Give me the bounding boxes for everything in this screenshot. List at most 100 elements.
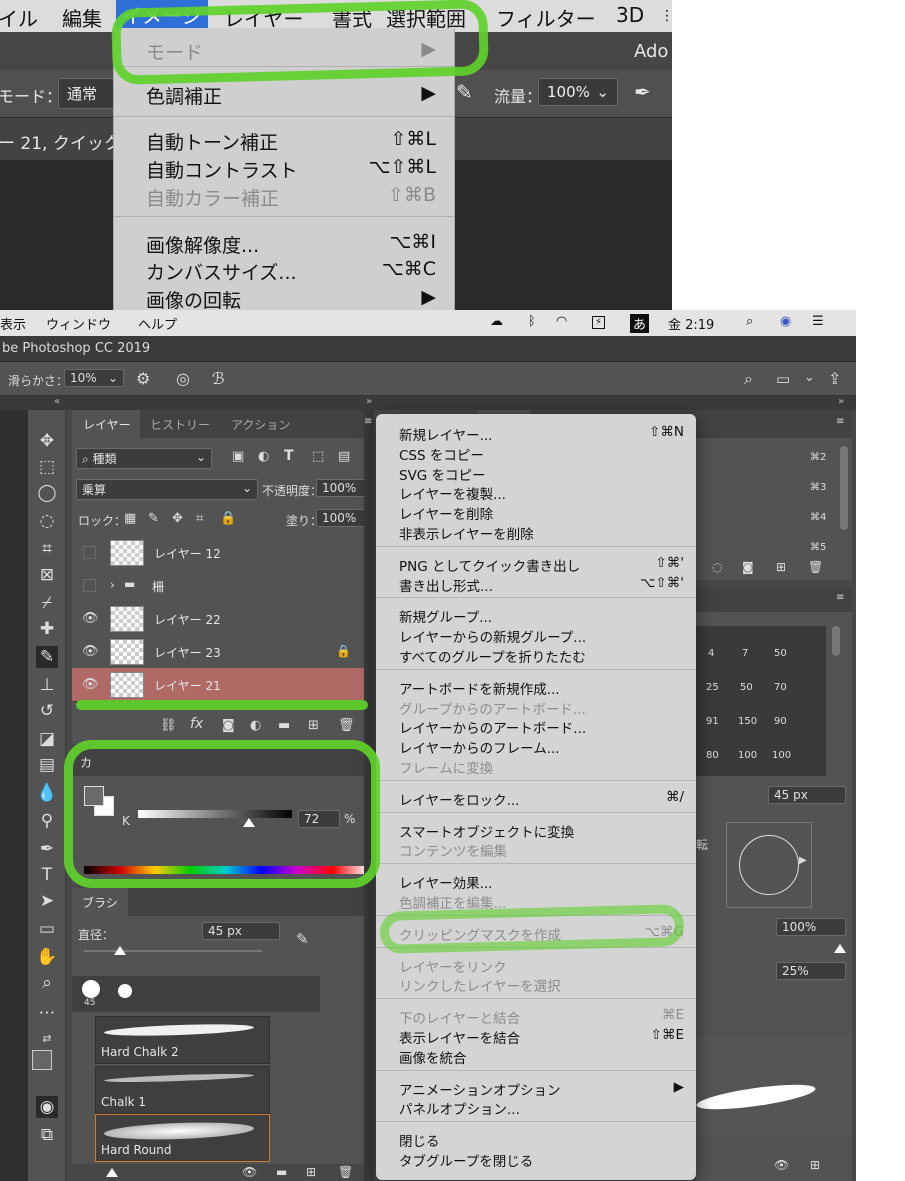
scrollbar[interactable] bbox=[840, 446, 848, 530]
smoothing-field[interactable]: 10% ⌄ bbox=[64, 369, 124, 387]
layer-thumbnail[interactable] bbox=[110, 639, 144, 665]
context-menu-item[interactable]: パネルオプション... bbox=[399, 1098, 520, 1118]
context-menu-item[interactable]: スマートオブジェクトに変換 bbox=[399, 821, 574, 841]
context-menu-item[interactable]: グループからのアートボード... bbox=[399, 698, 586, 718]
type-filter-icon[interactable]: T bbox=[284, 448, 294, 464]
size-field[interactable]: 45 px bbox=[768, 786, 846, 804]
more-tools-icon[interactable]: ⋯ bbox=[36, 1002, 58, 1024]
collapse-right-icon[interactable]: » bbox=[838, 396, 844, 407]
path-select-tool-icon[interactable]: ➤ bbox=[36, 890, 58, 912]
hand-tool-icon[interactable]: ✋ bbox=[36, 946, 58, 968]
layer-name[interactable]: レイヤー 22 bbox=[154, 611, 221, 628]
menu-window[interactable]: ウィンドウ bbox=[46, 314, 111, 333]
trash-icon[interactable]: 🗑 bbox=[338, 1165, 353, 1179]
battery-icon[interactable]: ⚡ bbox=[592, 316, 606, 329]
context-menu-item[interactable]: レイヤーをリンク bbox=[399, 956, 507, 976]
search-icon[interactable]: ⌕ bbox=[744, 369, 753, 389]
crop-tool-icon[interactable]: ⌗ bbox=[36, 538, 58, 560]
image-menu-item[interactable]: 色調補正 bbox=[146, 82, 222, 109]
layer-thumbnail[interactable] bbox=[110, 672, 144, 698]
zoom-tool-icon[interactable]: ⌕ bbox=[36, 972, 58, 994]
context-menu-item[interactable]: 非表示レイヤーを削除 bbox=[399, 523, 534, 543]
gradient-tool-icon[interactable]: ▤ bbox=[36, 754, 58, 776]
blend-mode-dropdown[interactable]: 乗算 ⌄ bbox=[76, 479, 258, 500]
adjustment-layer-icon[interactable]: ◐ bbox=[250, 718, 261, 733]
collapse-right-icon[interactable]: » bbox=[366, 396, 372, 407]
lock-paint-icon[interactable]: ✎ bbox=[148, 511, 159, 526]
lock-position-icon[interactable]: ✥ bbox=[172, 511, 183, 526]
scrollbar[interactable] bbox=[832, 626, 840, 656]
new-layer-icon[interactable]: ⊞ bbox=[308, 718, 319, 733]
context-menu-item[interactable]: 書き出し形式... bbox=[399, 575, 493, 595]
context-menu-item[interactable]: 閉じる bbox=[399, 1130, 440, 1150]
image-menu-item[interactable]: 自動カラー補正 bbox=[146, 184, 279, 211]
context-menu-item[interactable]: レイヤー効果... bbox=[399, 872, 492, 892]
context-menu-item[interactable]: 表示レイヤーを結合 bbox=[399, 1027, 520, 1047]
visibility-icon[interactable]: 👁 bbox=[774, 1158, 789, 1172]
context-menu-item[interactable]: SVG をコピー bbox=[399, 464, 486, 484]
rectangle-tool-icon[interactable]: ▭ bbox=[36, 918, 58, 940]
layer-thumbnail[interactable] bbox=[110, 606, 144, 632]
collapse-left-icon[interactable]: « bbox=[54, 396, 60, 407]
creative-cloud-icon[interactable]: ☁ bbox=[490, 314, 503, 329]
brush-tool-icon[interactable]: ✎ bbox=[36, 646, 58, 668]
menu-view[interactable]: 表示 bbox=[0, 314, 26, 333]
quick-select-tool-icon[interactable]: ◌ bbox=[36, 510, 58, 532]
context-menu-item[interactable]: 画像を統合 bbox=[399, 1047, 467, 1067]
preview-size-thumb[interactable] bbox=[106, 1168, 118, 1177]
layer-name[interactable]: レイヤー 23 bbox=[154, 644, 221, 661]
siri-icon[interactable]: ◉ bbox=[780, 314, 791, 329]
image-menu-item[interactable]: 自動トーン補正 bbox=[146, 128, 278, 155]
new-group-icon[interactable]: ▬ bbox=[276, 1165, 287, 1179]
context-menu-item[interactable]: PNG としてクイック書き出し bbox=[399, 555, 580, 575]
brush-tip[interactable] bbox=[82, 980, 100, 998]
share-icon[interactable]: ⇪ bbox=[828, 369, 841, 388]
healing-brush-tool-icon[interactable]: ✚ bbox=[36, 618, 58, 640]
context-menu-item[interactable]: レイヤーを削除 bbox=[399, 503, 493, 523]
visibility-icon[interactable]: 👁 bbox=[242, 1165, 257, 1179]
context-menu-item[interactable]: レイヤーからの新規グループ... bbox=[399, 626, 586, 646]
pen-tool-icon[interactable]: ✒ bbox=[36, 838, 58, 860]
lock-all-icon[interactable]: 🔒 bbox=[220, 511, 236, 526]
context-menu-item[interactable]: 下のレイヤーと結合 bbox=[399, 1007, 520, 1027]
move-tool-icon[interactable]: ✥ bbox=[36, 430, 58, 452]
tab-brushes[interactable]: ブラシ bbox=[82, 894, 118, 911]
input-method-indicator[interactable]: あ bbox=[630, 314, 650, 333]
roundness-field[interactable]: 100% bbox=[776, 918, 846, 936]
context-menu-item[interactable]: 新規レイヤー... bbox=[399, 424, 492, 444]
eye-icon[interactable]: 👁 bbox=[82, 677, 99, 692]
visibility-toggle[interactable] bbox=[83, 579, 96, 592]
size-slider-track[interactable] bbox=[84, 950, 262, 952]
layer-row[interactable]: 👁 レイヤー 22 bbox=[72, 602, 368, 636]
layer-row[interactable]: 👁 レイヤー 23 🔒 bbox=[72, 635, 368, 669]
layer-name[interactable]: レイヤー 12 bbox=[154, 545, 221, 562]
brush-settings-icon[interactable]: ✎ bbox=[296, 930, 309, 948]
adjustment-filter-icon[interactable]: ◐ bbox=[258, 449, 269, 464]
link-layers-icon[interactable]: ⛓ bbox=[160, 718, 177, 733]
context-menu-item[interactable]: CSS をコピー bbox=[399, 444, 484, 464]
more-icon[interactable]: ⋮ bbox=[660, 8, 672, 24]
chevron-right-icon[interactable]: › bbox=[110, 578, 115, 592]
image-menu-item[interactable]: 画像解像度... bbox=[146, 231, 259, 258]
context-menu-item[interactable]: レイヤーからのフレーム... bbox=[399, 737, 560, 757]
size-slider-thumb[interactable] bbox=[114, 946, 126, 955]
context-menu-item[interactable]: タブグループを閉じる bbox=[399, 1150, 533, 1170]
panel-menu-icon[interactable]: ≡ bbox=[836, 416, 844, 427]
panel-menu-icon[interactable]: ≡ bbox=[364, 416, 372, 427]
clock[interactable]: 金 2:19 bbox=[668, 314, 714, 333]
image-menu-item[interactable]: 画像の回転 bbox=[146, 286, 241, 310]
dotted-circle-icon[interactable]: ◌ bbox=[712, 560, 722, 574]
context-menu-item[interactable]: 新規グループ... bbox=[399, 606, 492, 626]
foreground-color-swatch[interactable] bbox=[32, 1050, 52, 1070]
history-brush-tool-icon[interactable]: ↺ bbox=[36, 700, 58, 722]
eyedropper-tool-icon[interactable]: ⌿ bbox=[36, 592, 58, 614]
layer-name[interactable]: レイヤー 21 bbox=[154, 677, 221, 694]
panel-menu-icon[interactable]: ≡ bbox=[836, 592, 844, 603]
brush-size-field[interactable]: 45 px bbox=[202, 922, 280, 940]
blur-tool-icon[interactable]: 💧 bbox=[36, 782, 58, 804]
tab-actions[interactable]: アクション bbox=[231, 416, 290, 433]
trash-icon[interactable]: 🗑 bbox=[338, 718, 355, 733]
image-menu-item[interactable]: 自動コントラスト bbox=[146, 156, 298, 183]
menu-file[interactable]: イル bbox=[0, 3, 38, 32]
add-mask-icon[interactable]: ◙ bbox=[222, 718, 235, 733]
